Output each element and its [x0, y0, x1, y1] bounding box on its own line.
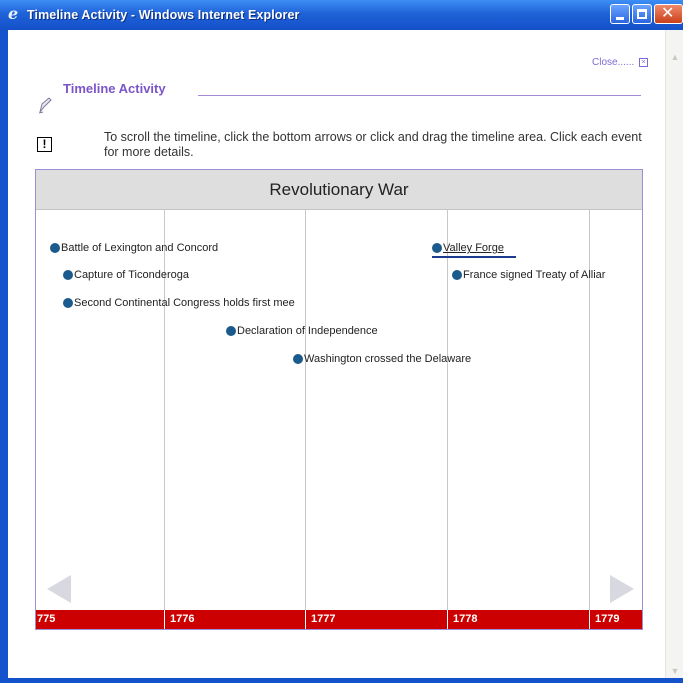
- timeline-gridline: [447, 210, 448, 610]
- year-separator: [305, 610, 306, 629]
- year-label: 1778: [453, 613, 478, 625]
- scroll-up-arrow-icon[interactable]: ▲: [670, 52, 680, 62]
- title-bar: e Timeline Activity - Windows Internet E…: [0, 0, 683, 30]
- close-link-label: Close: [592, 57, 618, 68]
- year-separator: [164, 610, 165, 629]
- event-label: France signed Treaty of Alliar: [463, 269, 606, 281]
- event-selected-underline: [432, 256, 516, 258]
- window-frame-left: [0, 30, 8, 683]
- event-label: Valley Forge: [443, 242, 504, 254]
- instructions-text: To scroll the timeline, click the bottom…: [104, 130, 642, 159]
- event-dot-icon: [293, 354, 303, 364]
- window-title: Timeline Activity - Windows Internet Exp…: [27, 8, 300, 22]
- timeline-gridline: [305, 210, 306, 610]
- timeline-area[interactable]: Revolutionary War Battle of Lexington an…: [35, 169, 643, 630]
- year-bar: 775 1776 1777 1778 1779: [36, 610, 642, 629]
- year-label: 1776: [170, 613, 195, 625]
- minimize-icon: [616, 17, 624, 20]
- event-dot-icon: [452, 270, 462, 280]
- close-link[interactable]: Close...... ×: [592, 57, 649, 68]
- title-divider: [198, 95, 641, 96]
- vertical-scrollbar[interactable]: ▲ ▼: [665, 30, 683, 678]
- pencil-icon: [38, 97, 52, 114]
- maximize-icon: [637, 9, 647, 19]
- close-icon: ✕: [661, 5, 675, 22]
- close-link-dots: ......: [617, 57, 635, 68]
- event-label: Capture of Ticonderoga: [74, 269, 189, 281]
- ie-logo-icon: e: [8, 4, 19, 23]
- year-label: 775: [37, 613, 56, 625]
- window-close-button[interactable]: ✕: [654, 4, 683, 24]
- maximize-button[interactable]: [632, 4, 652, 24]
- scroll-down-arrow-icon[interactable]: ▼: [670, 666, 680, 676]
- scroll-right-arrow-icon[interactable]: [610, 575, 634, 603]
- event-dot-icon: [50, 243, 60, 253]
- scroll-left-arrow-icon[interactable]: [47, 575, 71, 603]
- event-dot-icon: [432, 243, 442, 253]
- info-icon: !: [37, 137, 52, 152]
- year-separator: [447, 610, 448, 629]
- activity-title: Timeline Activity: [63, 81, 166, 96]
- event-dot-icon: [226, 326, 236, 336]
- event-dot-icon: [63, 298, 73, 308]
- event-label: Battle of Lexington and Concord: [61, 242, 219, 254]
- event-label: Declaration of Independence: [237, 325, 378, 337]
- minimize-button[interactable]: [610, 4, 630, 24]
- close-box-icon: ×: [639, 57, 649, 67]
- year-label: 1779: [595, 613, 620, 625]
- event-label: Washington crossed the Delaware: [304, 353, 472, 365]
- event-dot-icon: [63, 270, 73, 280]
- timeline-heading: Revolutionary War: [36, 170, 642, 210]
- year-separator: [589, 610, 590, 629]
- event-label: Second Continental Congress holds first …: [74, 297, 295, 309]
- year-label: 1777: [311, 613, 336, 625]
- window-frame-bottom: [0, 678, 683, 683]
